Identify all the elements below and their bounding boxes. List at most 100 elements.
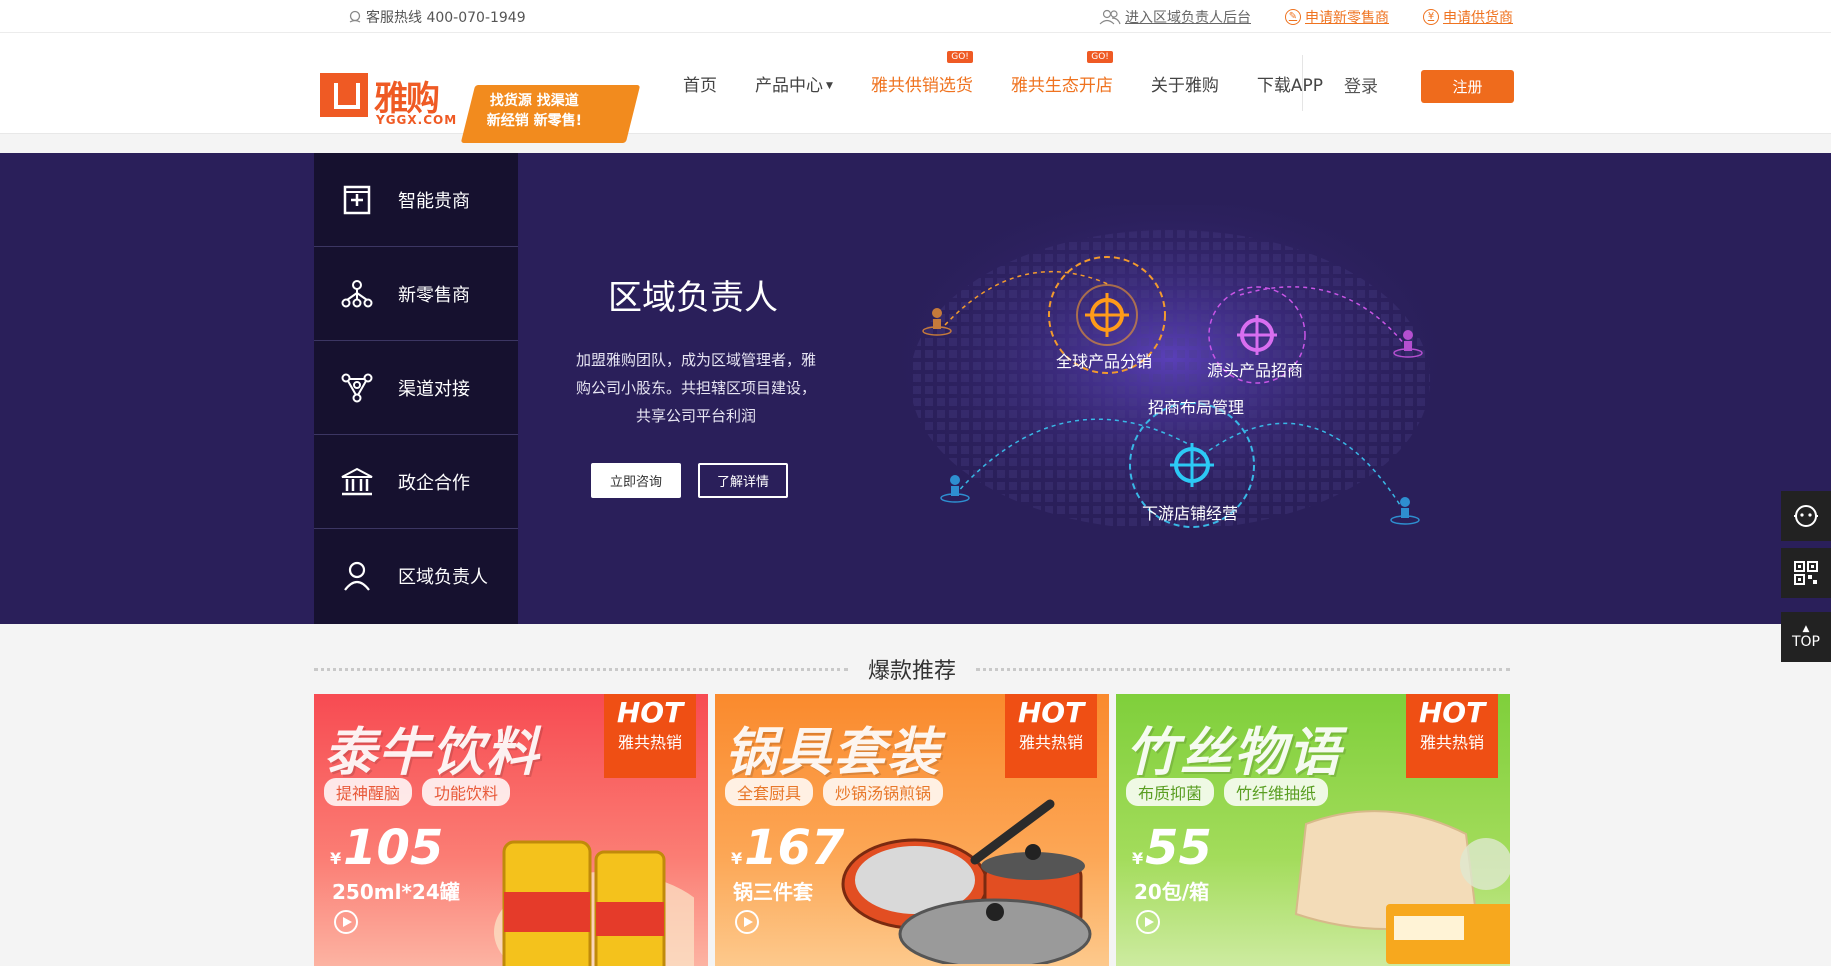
top-strip: 客服热线 400-070-1949 进入区域负责人后台 ✎ 申请新零售商 ¥ 申… [0,0,1831,33]
product-card[interactable]: 锅具套装 HOT 雅共热销 全套厨具 炒锅汤锅煎锅 ¥167 锅三件套 [715,694,1109,966]
divider-dots [314,667,848,671]
map-label-source-investment: 源头产品招商 [1207,361,1304,380]
apply-supplier-label: 申请供货商 [1443,9,1513,26]
learn-more-button[interactable]: 了解详情 [698,463,788,498]
currency-symbol: ¥ [1132,849,1144,868]
side-menu-channel-docking[interactable]: 渠道对接 [314,341,518,435]
product-name: 锅具套装 [725,723,942,783]
caret-up-icon: ▲ [1802,623,1810,634]
hot-badge-sub: 雅共热销 [1419,733,1484,752]
hotline: 客服热线 400-070-1949 [348,7,526,27]
apply-retailer-link[interactable]: ✎ 申请新零售商 [1285,7,1389,27]
side-menu-label: 区域负责人 [398,567,488,588]
cookware-set-image [841,799,1092,964]
slogan-line2: 新经销 新零售! [486,113,583,129]
product-price: ¥167 [731,820,844,876]
caret-down-icon: ▼ [826,81,833,91]
login-link[interactable]: 登录 [1344,72,1378,97]
divider-dots [976,667,1511,671]
side-menu-new-retailer[interactable]: 新零售商 [314,247,518,341]
product-tag: 布质抑菌 [1126,778,1215,806]
region-manager-backend-label: 进入区域负责人后台 [1125,9,1251,26]
product-spec: 20包/箱 [1134,880,1210,904]
hot-badge-sub: 雅共热销 [617,733,682,752]
back-to-top-label: TOP [1791,633,1820,650]
product-spec: 锅三件套 [733,880,813,904]
hot-badge-title: HOT [616,696,684,729]
main-nav: 首页 产品中心 ▼ 雅共供销选货 GO! 雅共生态开店 GO! 关于雅购 下载APP [683,33,1361,134]
chat-bot-icon [1794,505,1818,527]
back-to-top-button[interactable]: ▲ TOP [1781,612,1831,662]
nav-home[interactable]: 首页 [683,71,717,96]
product-spec: 250ml*24罐 [332,880,460,904]
network-map-illustration: 全球产品分销 源头产品招商 招商布局管理 下游店铺经营 [840,205,1460,575]
side-menu-label: 政企合作 [398,472,470,494]
price-value: 55 [1145,820,1212,876]
map-label-investment-layout: 招商布局管理 [1148,398,1245,417]
play-icon[interactable] [1136,910,1160,934]
hot-recommend-heading: 爆款推荐 [314,654,1511,684]
product-name: 泰牛饮料 [324,723,541,783]
hotline-text: 客服热线 400-070-1949 [366,9,526,26]
side-menu-smart-merchant[interactable]: 智能贵商 [314,153,518,247]
product-name: 竹丝物语 [1126,723,1343,783]
side-menu-label: 渠道对接 [398,378,470,400]
map-label-global-distribution: 全球产品分销 [1056,352,1153,371]
go-badge: GO! [1087,51,1113,63]
nav-supply-select[interactable]: 雅共供销选货 GO! [870,51,973,96]
person-icon [340,559,374,593]
network-icon [340,277,374,311]
nav-download-app[interactable]: 下载APP [1257,71,1323,96]
side-menu-gov-enterprise[interactable]: 政企合作 [314,435,518,529]
hot-product-list: 泰牛饮料 HOT 雅共热销 提神醒脑 功能饮料 ¥105 250ml*24罐 锅… [314,694,1510,966]
product-price: ¥55 [1132,820,1212,876]
banner-description: 加盟雅购团队，成为区域管理者，雅购公司小股东。共担辖区项目建设，共享公司平台利润 [575,351,816,425]
product-card[interactable]: 竹丝物语 HOT 雅共热销 布质抑菌 竹纤维抽纸 ¥55 20包/箱 [1116,694,1510,966]
nav-products[interactable]: 产品中心 ▼ [755,71,833,96]
bank-icon [340,465,374,499]
hot-badge-title: HOT [1017,696,1085,729]
yen-icon: ¥ [1423,8,1439,25]
headset-icon [349,10,361,23]
tissue-pack-image [1294,810,1510,964]
logo[interactable]: 雅购 YGGX.COM [318,51,458,143]
nav-eco-store-label: 雅共生态开店 [1010,76,1113,96]
product-tag: 提神醒脑 [324,778,413,806]
logo-cube-icon [320,73,368,117]
nav-divider [1302,55,1303,111]
hot-badge-title: HOT [1418,696,1486,729]
price-value: 167 [744,820,845,876]
product-tag: 功能饮料 [422,778,511,806]
side-menu-label: 智能贵商 [398,190,470,212]
slogan-line1: 找货源 找渠道 [489,93,579,109]
qr-code-float-button[interactable] [1781,548,1831,598]
play-icon[interactable] [334,910,358,934]
nav-eco-store[interactable]: 雅共生态开店 GO! [1010,51,1113,96]
apply-retailer-label: 申请新零售商 [1305,9,1389,26]
hot-badge-sub: 雅共热销 [1018,733,1083,752]
map-label-downstream-store: 下游店铺经营 [1142,504,1239,523]
currency-symbol: ¥ [330,849,342,868]
section-title: 爆款推荐 [868,659,957,684]
register-button[interactable]: 注册 [1421,70,1514,103]
qr-code-icon [1794,561,1818,585]
play-icon[interactable] [735,910,759,934]
product-price: ¥105 [330,820,443,876]
price-value: 105 [343,820,444,876]
logo-en: YGGX.COM [376,113,458,127]
product-card[interactable]: 泰牛饮料 HOT 雅共热销 提神醒脑 功能饮料 ¥105 250ml*24罐 [314,694,708,966]
customer-service-float-button[interactable] [1781,491,1831,541]
hot-badge: HOT 雅共热销 [1005,694,1097,778]
apply-supplier-link[interactable]: ¥ 申请供货商 [1423,7,1513,27]
side-menu-region-manager[interactable]: 区域负责人 [314,529,518,623]
banner-title: 区域负责人 [608,278,778,318]
consult-button[interactable]: 立即咨询 [591,463,681,498]
users-icon [1099,9,1121,24]
side-menu-label: 新零售商 [398,284,470,306]
nav-about[interactable]: 关于雅购 [1151,71,1219,96]
nav-supply-select-label: 雅共供销选货 [870,76,973,96]
region-manager-backend-link[interactable]: 进入区域负责人后台 [1099,7,1251,27]
nav-products-label: 产品中心 [755,76,823,96]
share-icon [340,371,374,405]
currency-symbol: ¥ [731,849,743,868]
